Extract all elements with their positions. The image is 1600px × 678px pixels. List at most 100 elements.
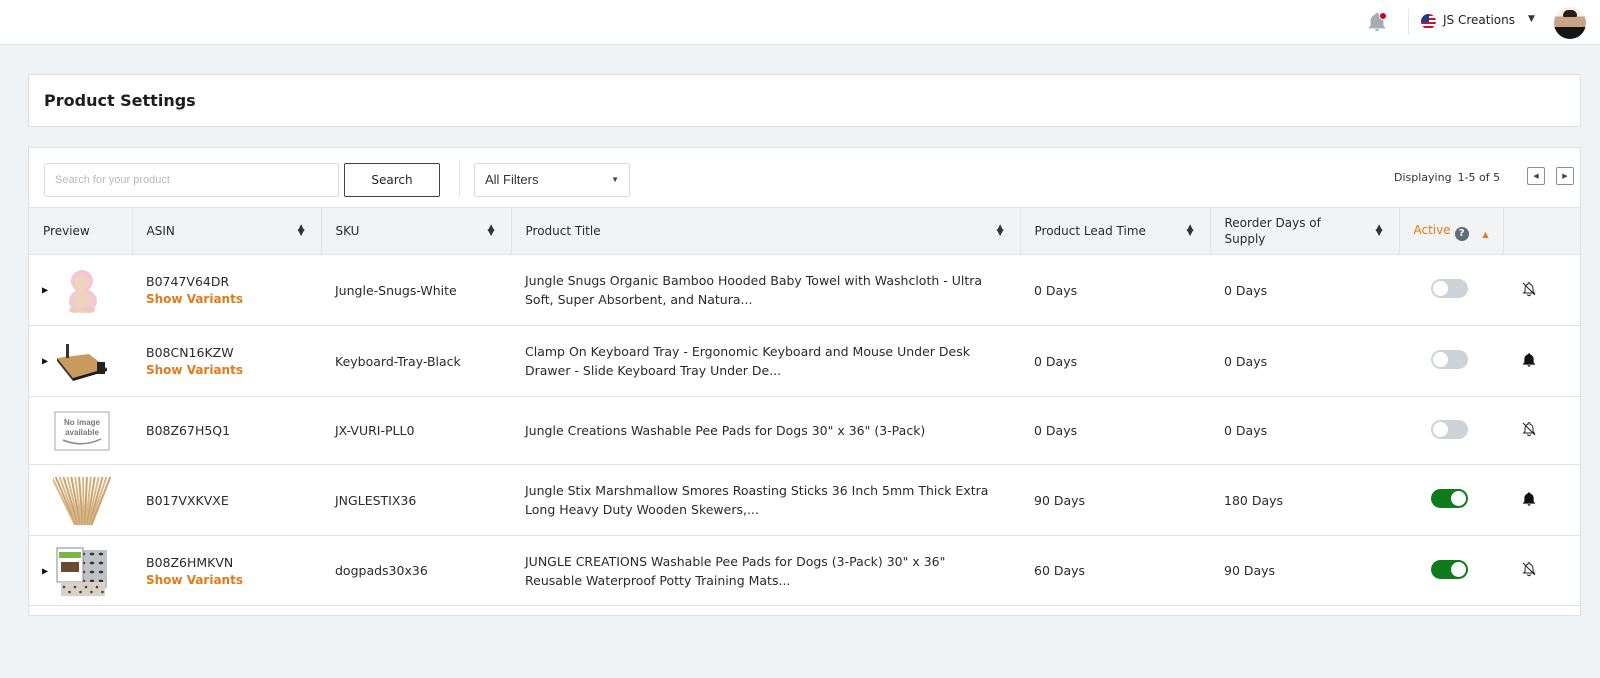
reorder-days-cell: 90 Days: [1210, 536, 1399, 606]
expand-row-icon[interactable]: ▶: [42, 357, 48, 366]
preview-cell: No image available: [29, 397, 132, 465]
help-icon[interactable]: ?: [1454, 226, 1469, 241]
alerts-cell: [1503, 536, 1580, 606]
column-header-preview: Preview: [29, 207, 133, 255]
toggle-knob: [1433, 281, 1448, 296]
show-variants-link[interactable]: Show Variants: [146, 292, 307, 306]
toggle-knob: [1433, 421, 1448, 437]
asin-cell: B08CN16KZW Show Variants: [132, 326, 321, 397]
lead-time-cell: 0 Days: [1020, 397, 1210, 465]
search-button[interactable]: Search: [344, 163, 440, 197]
active-cell: [1399, 536, 1503, 606]
column-header-sku[interactable]: SKU ▲ ▼: [321, 207, 512, 255]
bell-muted-icon[interactable]: [1521, 421, 1537, 437]
sku-value: Keyboard-Tray-Black: [335, 353, 461, 369]
svg-text:No image: No image: [64, 418, 101, 427]
dog-pads-image: [53, 544, 111, 598]
sku-value: Jungle-Snugs-White: [335, 282, 457, 298]
active-toggle[interactable]: [1431, 419, 1468, 439]
toolbar-divider: [459, 161, 460, 197]
table-row: ▶ B0747V64DR Show Variants Jungle-Snugs-…: [29, 255, 1580, 326]
sort-ascending-icon[interactable]: ▲: [1482, 227, 1488, 243]
expand-row-icon[interactable]: ▶: [42, 286, 48, 295]
notifications-bell-icon[interactable]: [1366, 11, 1388, 33]
reorder-days-value: 0 Days: [1224, 282, 1268, 298]
preview-cell: ▶: [29, 255, 132, 326]
bell-icon[interactable]: [1521, 491, 1537, 507]
chevron-down-icon: ▼: [611, 175, 619, 184]
column-header-product-title[interactable]: Product Title ▲ ▼: [511, 207, 1021, 255]
bell-icon[interactable]: [1521, 352, 1537, 368]
active-toggle[interactable]: [1431, 489, 1468, 508]
product-title-cell: Jungle Stix Marshmallow Smores Roasting …: [511, 465, 1020, 536]
column-header-active[interactable]: Active? ▲: [1399, 207, 1504, 255]
alerts-cell: [1503, 326, 1580, 397]
reorder-days-value: 180 Days: [1224, 492, 1284, 508]
sort-icon[interactable]: ▲ ▼: [488, 224, 495, 238]
account-dropdown-caret-icon[interactable]: ▼: [1528, 14, 1535, 24]
displaying-range: 1-5 of 5: [1457, 171, 1501, 184]
alerts-cell: [1503, 255, 1580, 326]
table-row: ▶ B08Z6HMKVN Show Variants dogpads30x36 …: [29, 536, 1580, 606]
column-header-asin[interactable]: ASIN ▲ ▼: [132, 207, 322, 255]
chevron-left-icon: ◀: [1533, 173, 1539, 180]
asin-cell: B0747V64DR Show Variants: [132, 255, 321, 326]
product-title: Jungle Creations Washable Pee Pads for D…: [525, 423, 926, 438]
sku-cell: JX-VURI-PLL0: [321, 397, 511, 465]
asin-value: B08Z67H5Q1: [146, 423, 231, 438]
table-header-row: Preview ASIN ▲ ▼ SKU ▲ ▼ Product Title ▲ ▼ Pro…: [29, 207, 1580, 255]
page-title: Product Settings: [44, 91, 196, 110]
reorder-days-cell: 0 Days: [1210, 397, 1399, 465]
user-avatar[interactable]: [1554, 7, 1586, 39]
active-toggle[interactable]: [1431, 350, 1468, 369]
filters-dropdown[interactable]: All Filters ▼: [474, 163, 630, 197]
product-title: Jungle Stix Marshmallow Smores Roasting …: [525, 483, 989, 517]
product-title: Clamp On Keyboard Tray - Ergonomic Keybo…: [525, 344, 970, 378]
lead-time-cell: 0 Days: [1020, 255, 1210, 326]
reorder-days-value: 0 Days: [1224, 353, 1268, 369]
roasting-sticks-image: [50, 473, 112, 527]
sort-icon[interactable]: ▲ ▼: [1376, 224, 1383, 238]
notification-dot: [1379, 12, 1387, 20]
lead-time-cell: 60 Days: [1020, 536, 1210, 606]
next-page-button[interactable]: ▶: [1556, 167, 1574, 185]
expand-row-icon[interactable]: ▶: [42, 566, 48, 575]
account-name[interactable]: JS Creations: [1443, 13, 1515, 27]
toggle-knob: [1451, 561, 1466, 577]
chevron-right-icon: ▶: [1562, 173, 1568, 180]
active-cell: [1399, 326, 1503, 397]
toggle-knob: [1433, 352, 1448, 367]
product-title-cell: Jungle Creations Washable Pee Pads for D…: [511, 397, 1020, 465]
preview-cell: [29, 465, 132, 536]
products-table: Preview ASIN ▲ ▼ SKU ▲ ▼ Product Title ▲ ▼ Pro…: [29, 207, 1580, 606]
previous-page-button[interactable]: ◀: [1527, 167, 1545, 185]
lead-time-value: 0 Days: [1034, 423, 1078, 438]
reorder-days-cell: 0 Days: [1210, 255, 1399, 326]
sort-icon[interactable]: ▲ ▼: [298, 224, 305, 238]
reorder-days-value: 0 Days: [1224, 423, 1268, 438]
show-variants-link[interactable]: Show Variants: [146, 363, 307, 377]
lead-time-value: 90 Days: [1034, 492, 1086, 508]
reorder-days-value: 90 Days: [1224, 563, 1276, 578]
svg-text:available: available: [65, 428, 99, 437]
column-header-reorder-days[interactable]: Reorder Days of Supply ▲ ▼: [1210, 207, 1400, 255]
sort-icon[interactable]: ▲ ▼: [1187, 224, 1194, 238]
bell-muted-icon[interactable]: [1521, 281, 1537, 297]
keyboard-tray-image: [53, 334, 111, 388]
asin-value: B08Z6HMKVN: [146, 554, 234, 570]
bell-muted-icon[interactable]: [1521, 561, 1537, 577]
active-toggle[interactable]: [1431, 279, 1468, 298]
column-header-lead-time[interactable]: Product Lead Time ▲ ▼: [1020, 207, 1211, 255]
product-search-input[interactable]: [44, 163, 339, 197]
active-toggle[interactable]: [1431, 559, 1468, 579]
us-flag-icon: [1421, 14, 1436, 29]
active-cell: [1399, 255, 1503, 326]
show-variants-link[interactable]: Show Variants: [146, 573, 307, 587]
asin-value: B017VXKVXE: [146, 492, 229, 508]
sort-icon[interactable]: ▲ ▼: [997, 224, 1004, 238]
baby-towel-image: [53, 263, 111, 317]
asin-cell: B08Z6HMKVN Show Variants: [132, 536, 321, 606]
products-panel: Search All Filters ▼ Displaying1-5 of 5 …: [28, 147, 1581, 616]
product-title: JUNGLE CREATIONS Washable Pee Pads for D…: [525, 553, 946, 588]
alerts-cell: [1503, 397, 1580, 465]
